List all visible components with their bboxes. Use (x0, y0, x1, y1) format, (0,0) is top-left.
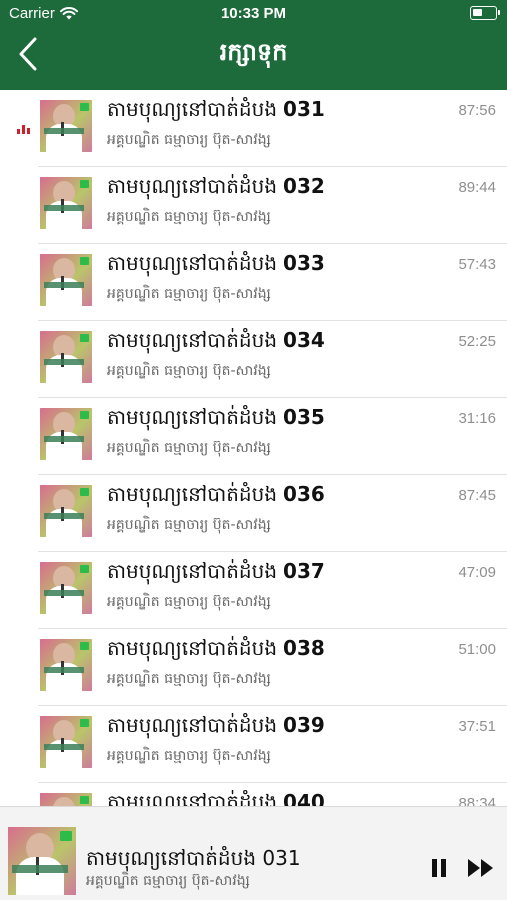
track-number: 031 (283, 97, 325, 121)
track-duration: 89:44 (458, 179, 496, 196)
track-thumbnail (40, 485, 92, 537)
track-speaker: អគ្គបណ្ឌិត ធម្មាចារ្យ ប៊ុត-សាវង្ស (107, 132, 271, 148)
track-duration: 57:43 (458, 256, 496, 273)
track-title-text: តាមបុណ្យនៅបាត់ដំបង (107, 251, 278, 275)
player-artwork (8, 827, 76, 895)
track-title-text: តាមបុណ្យនៅបាត់ដំបង (107, 405, 278, 429)
fast-forward-icon (468, 859, 493, 877)
track-speaker: អគ្គបណ្ឌិត ធម្មាចារ្យ ប៊ុត-សាវង្ស (107, 748, 271, 764)
list-item[interactable]: តាមបុណ្យនៅបាត់ដំបង 031 អគ្គបណ្ឌិត ធម្មាចារ… (0, 90, 507, 167)
page-title: រក្សាទុក (219, 38, 288, 66)
track-number: 033 (283, 251, 325, 275)
track-duration: 52:25 (458, 333, 496, 350)
track-duration: 31:16 (458, 410, 496, 427)
list-item[interactable]: តាមបុណ្យនៅបាត់ដំបង 035 អគ្គបណ្ឌិត ធម្មាចារ… (0, 398, 507, 475)
track-thumbnail (40, 100, 92, 152)
track-number: 038 (283, 636, 325, 660)
track-title-text: តាមបុណ្យនៅបាត់ដំបង (107, 174, 278, 198)
nav-bar: រក្សាទុក (0, 28, 507, 90)
track-number: 037 (283, 559, 325, 583)
pause-button[interactable] (428, 855, 450, 881)
track-thumbnail (40, 793, 92, 806)
track-title: តាមបុណ្យនៅបាត់ដំបង 033 (107, 250, 437, 280)
track-title: តាមបុណ្យនៅបាត់ដំបង 037 (107, 558, 437, 588)
status-bar: Carrier 10:33 PM (0, 0, 507, 28)
track-speaker: អគ្គបណ្ឌិត ធម្មាចារ្យ ប៊ុត-សាវង្ស (107, 517, 271, 533)
list-item[interactable]: តាមបុណ្យនៅបាត់ដំបង 038 អគ្គបណ្ឌិត ធម្មាចារ… (0, 629, 507, 706)
track-speaker: អគ្គបណ្ឌិត ធម្មាចារ្យ ប៊ុត-សាវង្ស (107, 286, 271, 302)
track-title: តាមបុណ្យនៅបាត់ដំបង 040 (107, 789, 437, 806)
next-button[interactable] (466, 855, 496, 881)
track-thumbnail (40, 716, 92, 768)
track-duration: 37:51 (458, 718, 496, 735)
status-time: 10:33 PM (220, 5, 287, 22)
track-title-text: តាមបុណ្យនៅបាត់ដំបង (107, 328, 278, 352)
track-title: តាមបុណ្យនៅបាត់ដំបង 032 (107, 173, 437, 203)
track-title-text: តាមបុណ្យនៅបាត់ដំបង (107, 790, 278, 806)
track-number: 034 (283, 328, 325, 352)
track-number: 036 (283, 482, 325, 506)
track-thumbnail (40, 408, 92, 460)
track-title: តាមបុណ្យនៅបាត់ដំបង 038 (107, 635, 437, 665)
track-number: 032 (283, 174, 325, 198)
track-speaker: អគ្គបណ្ឌិត ធម្មាចារ្យ ប៊ុត-សាវង្ស (107, 209, 271, 225)
list-item[interactable]: តាមបុណ្យនៅបាត់ដំបង 039 អគ្គបណ្ឌិត ធម្មាចារ… (0, 706, 507, 783)
app-header: Carrier 10:33 PM រក្សាទុក (0, 0, 507, 90)
equalizer-icon (17, 124, 33, 134)
track-duration: 87:56 (458, 102, 496, 119)
track-thumbnail (40, 254, 92, 306)
list-item[interactable]: តាមបុណ្យនៅបាត់ដំបង 034 អគ្គបណ្ឌិត ធម្មាចារ… (0, 321, 507, 398)
mini-player[interactable]: តាមបុណ្យនៅបាត់ដំបង 031 អគ្គបណ្ឌិត ធម្មាច… (0, 806, 507, 900)
track-title-text: តាមបុណ្យនៅបាត់ដំបង (107, 559, 278, 583)
track-title: តាមបុណ្យនៅបាត់ដំបង 035 (107, 404, 437, 434)
track-title-text: តាមបុណ្យនៅបាត់ដំបង (107, 636, 278, 660)
track-thumbnail (40, 177, 92, 229)
battery-icon (470, 6, 500, 20)
track-number: 039 (283, 713, 325, 737)
track-duration: 88:34 (458, 795, 496, 806)
track-duration: 47:09 (458, 564, 496, 581)
list-item[interactable]: តាមបុណ្យនៅបាត់ដំបង 037 អគ្គបណ្ឌិត ធម្មាចារ… (0, 552, 507, 629)
pause-icon (432, 859, 446, 877)
track-title: តាមបុណ្យនៅបាត់ដំបង 039 (107, 712, 437, 742)
track-title: តាមបុណ្យនៅបាត់ដំបង 036 (107, 481, 437, 511)
list-item[interactable]: តាមបុណ្យនៅបាត់ដំបង 033 អគ្គបណ្ឌិត ធម្មាចារ… (0, 244, 507, 321)
track-speaker: អគ្គបណ្ឌិត ធម្មាចារ្យ ប៊ុត-សាវង្ស (107, 363, 271, 379)
list-item[interactable]: តាមបុណ្យនៅបាត់ដំបង040អគ្គបណ្ឌិត ធម្មាចារ… (0, 783, 507, 806)
track-speaker: អគ្គបណ្ឌិត ធម្មាចារ្យ ប៊ុត-សាវង្ស (107, 440, 271, 456)
track-thumbnail (40, 331, 92, 383)
track-thumbnail (40, 562, 92, 614)
track-list[interactable]: តាមបុណ្យនៅបាត់ដំបង 031 អគ្គបណ្ឌិត ធម្មាចារ… (0, 90, 507, 806)
player-subtitle: អគ្គបណ្ឌិត ធម្មាចារ្យ ប៊ុត-សាវង្ស (86, 873, 250, 889)
track-title: តាមបុណ្យនៅបាត់ដំបង 034 (107, 327, 437, 357)
track-duration: 87:45 (458, 487, 496, 504)
track-duration: 51:00 (458, 641, 496, 658)
list-item[interactable]: តាមបុណ្យនៅបាត់ដំបង 036 អគ្គបណ្ឌិត ធម្មាចារ… (0, 475, 507, 552)
track-speaker: អគ្គបណ្ឌិត ធម្មាចារ្យ ប៊ុត-សាវង្ស (107, 671, 271, 687)
track-title-text: តាមបុណ្យនៅបាត់ដំបង (107, 97, 278, 121)
track-speaker: អគ្គបណ្ឌិត ធម្មាចារ្យ ប៊ុត-សាវង្ស (107, 594, 271, 610)
list-item[interactable]: តាមបុណ្យនៅបាត់ដំបង 032 អគ្គបណ្ឌិត ធម្មាចារ… (0, 167, 507, 244)
track-number: 035 (283, 405, 325, 429)
track-thumbnail (40, 639, 92, 691)
track-title-text: តាមបុណ្យនៅបាត់ដំបង (107, 482, 278, 506)
track-number: 040 (283, 790, 325, 806)
track-title-text: តាមបុណ្យនៅបាត់ដំបង (107, 713, 278, 737)
track-title: តាមបុណ្យនៅបាត់ដំបង 031 (107, 96, 437, 126)
